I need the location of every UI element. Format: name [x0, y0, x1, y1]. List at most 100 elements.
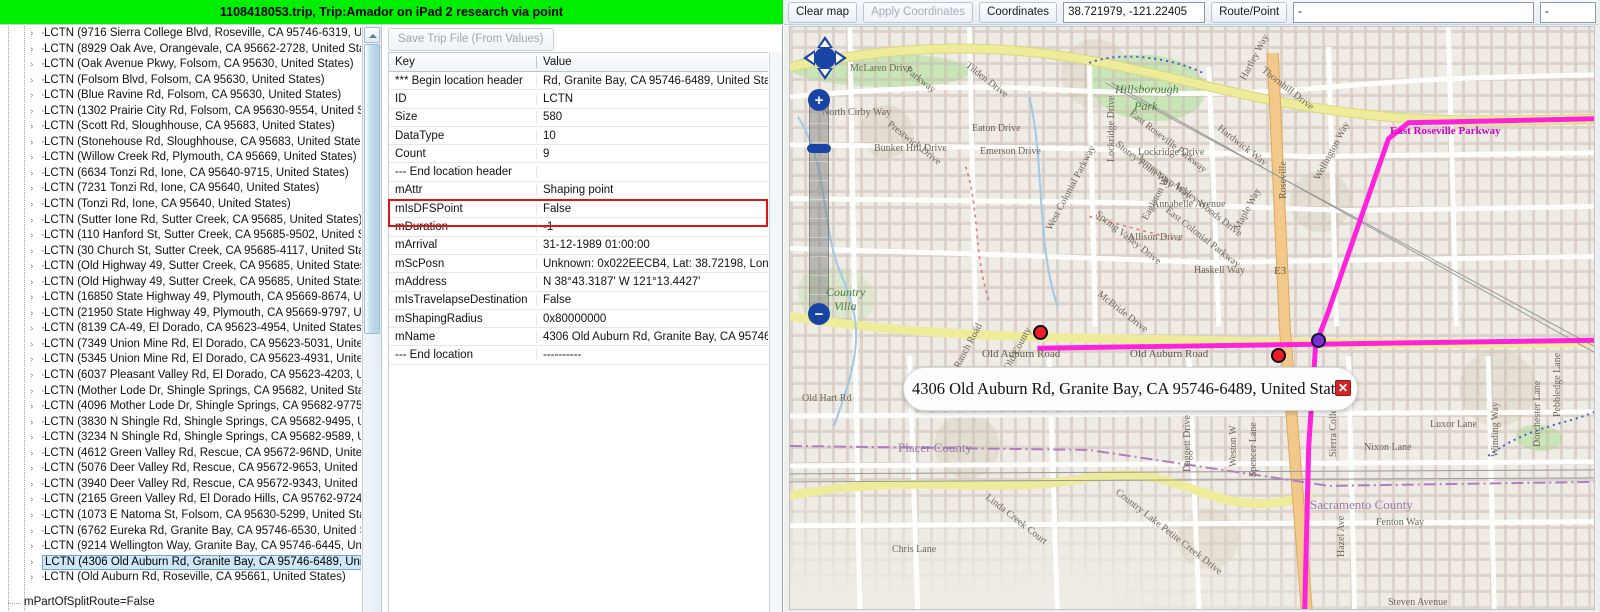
- tree-item[interactable]: › · LCTN (Scott Rd, Sloughhouse, CA 95683,…: [0, 119, 361, 135]
- chevron-right-icon[interactable]: ›: [30, 135, 41, 151]
- zoom-out-button[interactable]: −: [808, 303, 830, 325]
- chevron-right-icon[interactable]: ›: [30, 446, 41, 462]
- property-row[interactable]: --- End location header: [389, 163, 768, 182]
- tree-item[interactable]: › · LCTN (30 Church St, Sutter Creek, CA 9…: [0, 244, 361, 260]
- chevron-right-icon[interactable]: ›: [30, 104, 41, 120]
- map-zoom-control[interactable]: + −: [807, 89, 831, 325]
- property-row[interactable]: mName 4306 Old Auburn Rd, Granite Bay, CA…: [389, 328, 768, 347]
- tree-vertical-scrollbar[interactable]: [362, 26, 381, 612]
- chevron-right-icon[interactable]: ›: [30, 259, 41, 275]
- property-row[interactable]: mAddress N 38°43.3187' W 121°13.4427': [389, 273, 768, 292]
- chevron-right-icon[interactable]: ›: [30, 508, 41, 524]
- chevron-right-icon[interactable]: ›: [30, 119, 41, 135]
- property-row[interactable]: Count 9: [389, 145, 768, 164]
- chevron-right-icon[interactable]: ›: [30, 306, 41, 322]
- tree-item[interactable]: › · LCTN (8139 CA-49, El Dorado, CA 95623-…: [0, 321, 361, 337]
- tree-item[interactable]: › LCTN (4306 Old Auburn Rd, Granite Bay, …: [0, 554, 361, 571]
- tree-item[interactable]: › · LCTN (4612 Green Valley Rd, Rescue, CA…: [0, 446, 361, 462]
- chevron-right-icon[interactable]: ›: [30, 321, 41, 337]
- map-pan-control[interactable]: [802, 35, 848, 81]
- property-grid[interactable]: Key Value *** Begin location header Rd, G…: [388, 52, 768, 612]
- tree-item[interactable]: › · LCTN (7349 Union Mine Rd, El Dorado, C…: [0, 337, 361, 353]
- property-row[interactable]: --- End location ----------: [389, 346, 768, 365]
- chevron-right-icon[interactable]: ›: [30, 368, 41, 384]
- tree-item[interactable]: › · LCTN (5076 Deer Valley Rd, Rescue, CA …: [0, 461, 361, 477]
- tree-item[interactable]: › · LCTN (Willow Creek Rd, Plymouth, CA 95…: [0, 150, 361, 166]
- tree-item[interactable]: › · LCTN (3940 Deer Valley Rd, Rescue, CA …: [0, 477, 361, 493]
- chevron-right-icon[interactable]: ›: [30, 555, 41, 571]
- map-canvas[interactable]: McLaren Drive North Cirby Way Bunker Hill …: [789, 26, 1595, 610]
- save-trip-file-button[interactable]: Save Trip File (From Values): [388, 28, 554, 51]
- property-row[interactable]: ID LCTN: [389, 90, 768, 109]
- tree-item[interactable]: › · LCTN (Old Highway 49, Sutter Creek, CA…: [0, 259, 361, 275]
- route-point-label-button[interactable]: Route/Point: [1211, 1, 1288, 23]
- tree-item[interactable]: › · LCTN (6037 Pleasant Valley Rd, El Dora…: [0, 368, 361, 384]
- pan-arrows-icon[interactable]: [802, 35, 848, 81]
- tree-item[interactable]: › · LCTN (21950 State Highway 49, Plymouth…: [0, 306, 361, 322]
- chevron-right-icon[interactable]: ›: [30, 524, 41, 540]
- tree-item[interactable]: › · LCTN (9214 Wellington Way, Granite Bay…: [0, 539, 361, 555]
- tree-item[interactable]: › · LCTN (2165 Green Valley Rd, El Dorado …: [0, 492, 361, 508]
- tree-item[interactable]: › · LCTN (Tonzi Rd, Ione, CA 95640, United…: [0, 197, 361, 213]
- location-tree-panel[interactable]: › · LCTN (9716 Sierra College Blvd, Rosevi…: [0, 26, 382, 612]
- tree-item[interactable]: › · LCTN (6762 Eureka Rd, Granite Bay, CA …: [0, 524, 361, 540]
- chevron-right-icon[interactable]: ›: [30, 73, 41, 89]
- scroll-thumb[interactable]: [364, 44, 380, 334]
- tree-item[interactable]: › · LCTN (Mother Lode Dr, Shingle Springs,…: [0, 384, 361, 400]
- scroll-up-arrow-icon[interactable]: [364, 27, 380, 43]
- tree-row-list[interactable]: › · LCTN (9716 Sierra College Blvd, Rosevi…: [0, 26, 361, 586]
- chevron-right-icon[interactable]: ›: [30, 492, 41, 508]
- coordinates-label-button[interactable]: Coordinates: [979, 1, 1058, 23]
- property-row[interactable]: mArrival 31-12-1989 01:00:00: [389, 237, 768, 255]
- tree-item[interactable]: › · LCTN (3234 N Shingle Rd, Shingle Sprin…: [0, 430, 361, 446]
- chevron-right-icon[interactable]: ›: [30, 197, 41, 213]
- property-grid-body[interactable]: *** Begin location header Rd, Granite Bay…: [389, 72, 768, 365]
- chevron-right-icon[interactable]: ›: [30, 570, 41, 586]
- tree-item[interactable]: › · LCTN (Folsom Blvd, Folsom, CA 95630, U…: [0, 73, 361, 89]
- chevron-right-icon[interactable]: ›: [30, 26, 41, 42]
- property-row[interactable]: mScPosn Unknown: 0x022EECB4, Lat: 38.7219…: [389, 255, 768, 274]
- chevron-right-icon[interactable]: ›: [30, 352, 41, 368]
- property-row[interactable]: DataType 10: [389, 127, 768, 146]
- chevron-right-icon[interactable]: ›: [30, 337, 41, 353]
- chevron-right-icon[interactable]: ›: [30, 461, 41, 477]
- property-row[interactable]: Size 580: [389, 109, 768, 127]
- apply-coordinates-button[interactable]: Apply Coordinates: [863, 1, 974, 23]
- chevron-right-icon[interactable]: ›: [30, 275, 41, 291]
- zoom-in-button[interactable]: +: [808, 89, 830, 111]
- chevron-right-icon[interactable]: ›: [30, 181, 41, 197]
- tree-item[interactable]: › · LCTN (Old Highway 49, Sutter Creek, CA…: [0, 275, 361, 291]
- chevron-right-icon[interactable]: ›: [30, 88, 41, 104]
- chevron-right-icon[interactable]: ›: [30, 399, 41, 415]
- chevron-right-icon[interactable]: ›: [30, 213, 41, 229]
- chevron-right-icon[interactable]: ›: [30, 384, 41, 400]
- tree-item[interactable]: › · LCTN (Sutter Ione Rd, Sutter Creek, CA…: [0, 213, 361, 229]
- tree-item[interactable]: › · LCTN (7231 Tonzi Rd, Ione, CA 95640, U…: [0, 181, 361, 197]
- tree-item[interactable]: › · LCTN (8929 Oak Ave, Orangevale, CA 956…: [0, 42, 361, 58]
- zoom-slider-track[interactable]: [809, 103, 829, 311]
- chevron-right-icon[interactable]: ›: [30, 228, 41, 244]
- route-point-input[interactable]: -: [1293, 1, 1534, 23]
- tree-item[interactable]: › · LCTN (3830 N Shingle Rd, Shingle Sprin…: [0, 415, 361, 431]
- tree-item[interactable]: › · LCTN (Stonehouse Rd, Sloughhouse, CA 9…: [0, 135, 361, 151]
- property-row[interactable]: mDuration -1: [389, 218, 768, 237]
- tree-item[interactable]: › · LCTN (4096 Mother Lode Dr, Shingle Spr…: [0, 399, 361, 415]
- chevron-right-icon[interactable]: ›: [30, 42, 41, 58]
- tree-item[interactable]: › · LCTN (Oak Avenue Pkwy, Folsom, CA 9563…: [0, 57, 361, 73]
- tree-item[interactable]: › · LCTN (1073 E Natoma St, Folsom, CA 956…: [0, 508, 361, 524]
- tree-item[interactable]: › · LCTN (Old Auburn Rd, Roseville, CA 956…: [0, 570, 361, 586]
- map-marker-via-point[interactable]: [1311, 333, 1326, 348]
- zoom-slider-thumb[interactable]: [807, 144, 831, 153]
- tree-item[interactable]: › · LCTN (9716 Sierra College Blvd, Rosevi…: [0, 26, 361, 42]
- chevron-right-icon[interactable]: ›: [30, 244, 41, 260]
- map-marker-destination[interactable]: [1271, 348, 1286, 363]
- secondary-route-input[interactable]: -: [1540, 1, 1596, 23]
- coordinates-input[interactable]: 38.721979, -121.22405: [1063, 1, 1206, 23]
- chevron-right-icon[interactable]: ›: [30, 430, 41, 446]
- tree-item[interactable]: › · LCTN (1302 Prairie City Rd, Folsom, CA…: [0, 104, 361, 120]
- chevron-right-icon[interactable]: ›: [30, 539, 41, 555]
- chevron-right-icon[interactable]: ›: [30, 415, 41, 431]
- properties-vertical-scrollbar[interactable]: [769, 52, 782, 612]
- property-row[interactable]: mAttr Shaping point: [389, 182, 768, 201]
- tree-item[interactable]: › · LCTN (6634 Tonzi Rd, Ione, CA 95640-97…: [0, 166, 361, 182]
